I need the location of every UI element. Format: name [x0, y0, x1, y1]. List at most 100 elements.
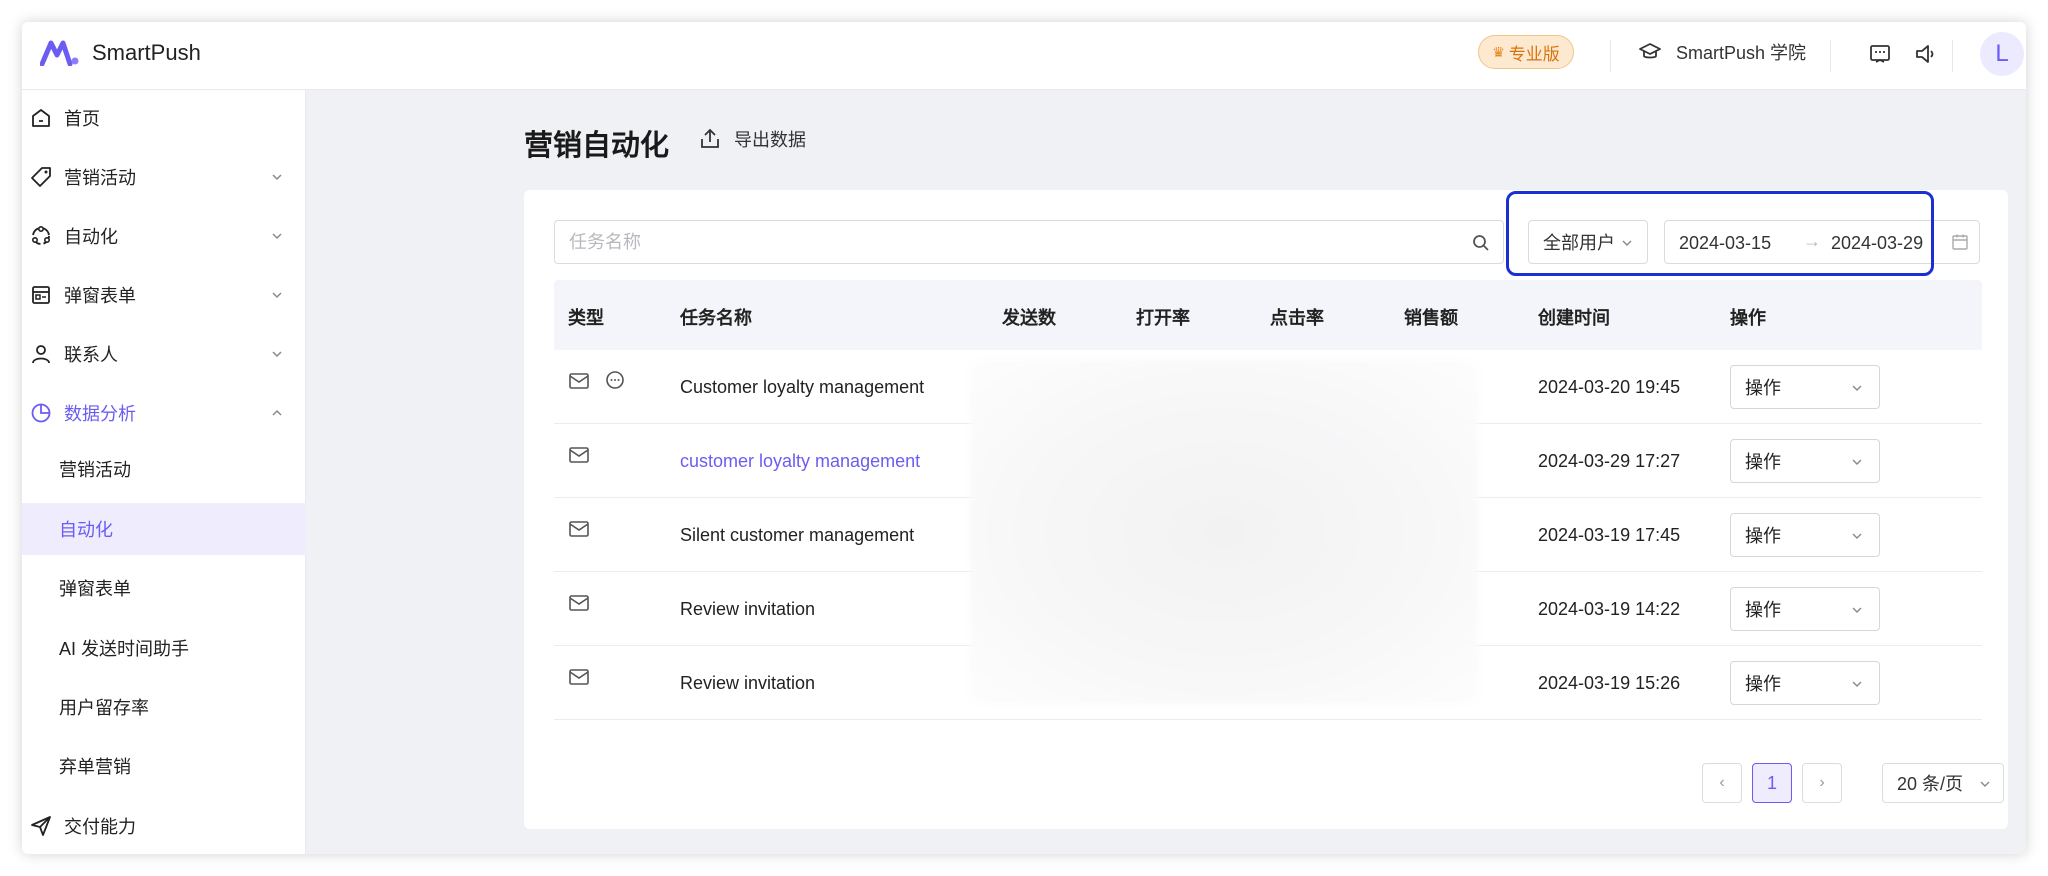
- sidebar-item-label: 联系人: [64, 345, 118, 365]
- sidebar-item-label: 交付能力: [64, 817, 136, 837]
- page-size-value: 20 条/页: [1897, 774, 1964, 794]
- mail-icon: [569, 595, 589, 611]
- message-icon[interactable]: [1868, 42, 1892, 66]
- sidebar-item-label: 首页: [64, 109, 100, 129]
- task-name[interactable]: Review invitation: [680, 599, 815, 620]
- header-divider: [1952, 40, 1953, 72]
- action-dropdown[interactable]: 操作: [1730, 365, 1880, 409]
- tag-icon: [31, 167, 51, 187]
- sidebar-subitem-label: 自动化: [59, 520, 113, 540]
- mail-icon: [569, 669, 589, 685]
- sidebar-subitem-retention[interactable]: 用户留存率: [22, 681, 306, 733]
- sidebar-subitem-label: 营销活动: [59, 460, 131, 480]
- current-page-button[interactable]: 1: [1752, 763, 1792, 803]
- type-icons: [568, 592, 604, 614]
- sidebar-subitem-automation[interactable]: 自动化: [22, 503, 306, 555]
- chevron-down-icon: [1852, 533, 1862, 539]
- sidebar-item-label: 营销活动: [64, 168, 136, 188]
- column-header-sales: 销售额: [1404, 308, 1458, 328]
- academy-link[interactable]: SmartPush 学院: [1638, 39, 1806, 65]
- chevron-down-icon: [272, 351, 282, 358]
- sidebar-item-campaigns[interactable]: 营销活动: [22, 149, 306, 205]
- action-dropdown[interactable]: 操作: [1730, 587, 1880, 631]
- send-icon: [31, 816, 51, 836]
- logo[interactable]: SmartPush: [40, 40, 201, 66]
- action-dropdown[interactable]: 操作: [1730, 661, 1880, 705]
- created-time: 2024-03-19 15:26: [1538, 673, 1681, 693]
- column-header-action: 操作: [1730, 308, 1766, 328]
- sidebar-subitem-abandoned-cart[interactable]: 弃单营销: [22, 740, 306, 792]
- sidebar-subitem-label: 弃单营销: [59, 757, 131, 777]
- speaker-icon[interactable]: [1914, 42, 1938, 66]
- crown-icon: ♛: [1492, 43, 1505, 60]
- avatar[interactable]: L: [1980, 32, 2024, 76]
- sidebar-item-home[interactable]: 首页: [22, 90, 306, 146]
- chevron-down-icon: [1852, 607, 1862, 613]
- user-icon: [32, 345, 50, 364]
- table-header: 类型 任务名称 发送数 打开率 点击率 销售额 创建时间 操作: [554, 280, 1982, 350]
- column-header-name: 任务名称: [680, 308, 752, 328]
- type-icons: [568, 518, 604, 540]
- next-page-button[interactable]: ›: [1802, 763, 1842, 803]
- pro-badge-label: 专业版: [1508, 44, 1560, 64]
- export-data-button[interactable]: 导出数据: [698, 126, 806, 152]
- created-time: 2024-03-19 14:22: [1538, 599, 1681, 619]
- app-name: SmartPush: [92, 40, 201, 65]
- task-name[interactable]: customer loyalty management: [680, 451, 920, 472]
- sidebar-item-popup-forms[interactable]: 弹窗表单: [22, 267, 306, 323]
- mail-icon: [569, 447, 589, 463]
- sidebar-item-deliverability[interactable]: 交付能力: [22, 798, 306, 854]
- task-name[interactable]: Silent customer management: [680, 525, 914, 546]
- prev-page-button[interactable]: ‹: [1702, 763, 1742, 803]
- header-divider: [1610, 40, 1611, 72]
- chevron-down-icon: [272, 233, 282, 240]
- automation-card: 全部用户 2024-03-15 → 2024-03-29 类型 任务名称 发送数…: [524, 190, 2008, 829]
- sidebar-item-label: 弹窗表单: [64, 286, 136, 306]
- sidebar-item-analytics[interactable]: 数据分析: [22, 385, 306, 441]
- export-icon: [701, 128, 719, 148]
- sidebar-subitem-label: AI 发送时间助手: [59, 639, 190, 659]
- sidebar-item-label: 自动化: [64, 227, 118, 247]
- column-header-created: 创建时间: [1538, 308, 1610, 328]
- sidebar-item-contacts[interactable]: 联系人: [22, 326, 306, 382]
- created-time: 2024-03-19 17:45: [1538, 525, 1681, 545]
- sidebar-subitem-ai-send-time[interactable]: AI 发送时间助手: [22, 622, 306, 674]
- type-icons: [568, 666, 604, 688]
- smartpush-logo-icon: [40, 40, 79, 66]
- filter-highlight-box: [1506, 191, 1934, 276]
- page-title: 营销自动化: [524, 130, 670, 162]
- sidebar-subitem-label: 用户留存率: [59, 698, 149, 718]
- task-name[interactable]: Review invitation: [680, 673, 815, 694]
- calendar-icon[interactable]: [1951, 233, 1969, 251]
- redacted-metrics-area: [970, 360, 1478, 704]
- search-box: [554, 220, 1504, 264]
- chevron-down-icon: [272, 174, 282, 181]
- chevron-up-icon: [272, 409, 282, 416]
- chevron-down-icon: [1980, 781, 1990, 787]
- sidebar-item-automation[interactable]: 自动化: [22, 208, 306, 264]
- task-name[interactable]: Customer loyalty management: [680, 377, 924, 398]
- sidebar: 首页 营销活动 自动化 弹窗表单 联系人 数据分析 营销活动 自动化 弹窗表单 …: [22, 90, 306, 854]
- academy-label: SmartPush 学院: [1676, 43, 1807, 63]
- search-icon[interactable]: [1471, 233, 1491, 253]
- page-size-select[interactable]: 20 条/页: [1882, 763, 2004, 803]
- form-icon: [32, 286, 50, 304]
- top-header: SmartPush ♛ 专业版 SmartPush 学院 L: [22, 22, 2026, 90]
- action-label: 操作: [1745, 600, 1781, 620]
- action-label: 操作: [1745, 674, 1781, 694]
- header-divider: [1830, 40, 1831, 72]
- sidebar-subitem-campaigns[interactable]: 营销活动: [22, 443, 306, 495]
- analytics-icon: [31, 403, 51, 423]
- pro-badge[interactable]: ♛ 专业版: [1478, 35, 1574, 69]
- chevron-down-icon: [1852, 681, 1862, 687]
- action-dropdown[interactable]: 操作: [1730, 439, 1880, 483]
- sidebar-subitem-popup-forms[interactable]: 弹窗表单: [22, 562, 306, 614]
- export-label: 导出数据: [734, 130, 806, 150]
- sidebar-item-label: 数据分析: [64, 404, 136, 424]
- type-icons: [568, 444, 604, 466]
- column-header-open-rate: 打开率: [1136, 308, 1190, 328]
- task-name-search-input[interactable]: [569, 231, 1449, 253]
- created-time: 2024-03-29 17:27: [1538, 451, 1681, 471]
- action-dropdown[interactable]: 操作: [1730, 513, 1880, 557]
- mail-icon: [569, 521, 589, 537]
